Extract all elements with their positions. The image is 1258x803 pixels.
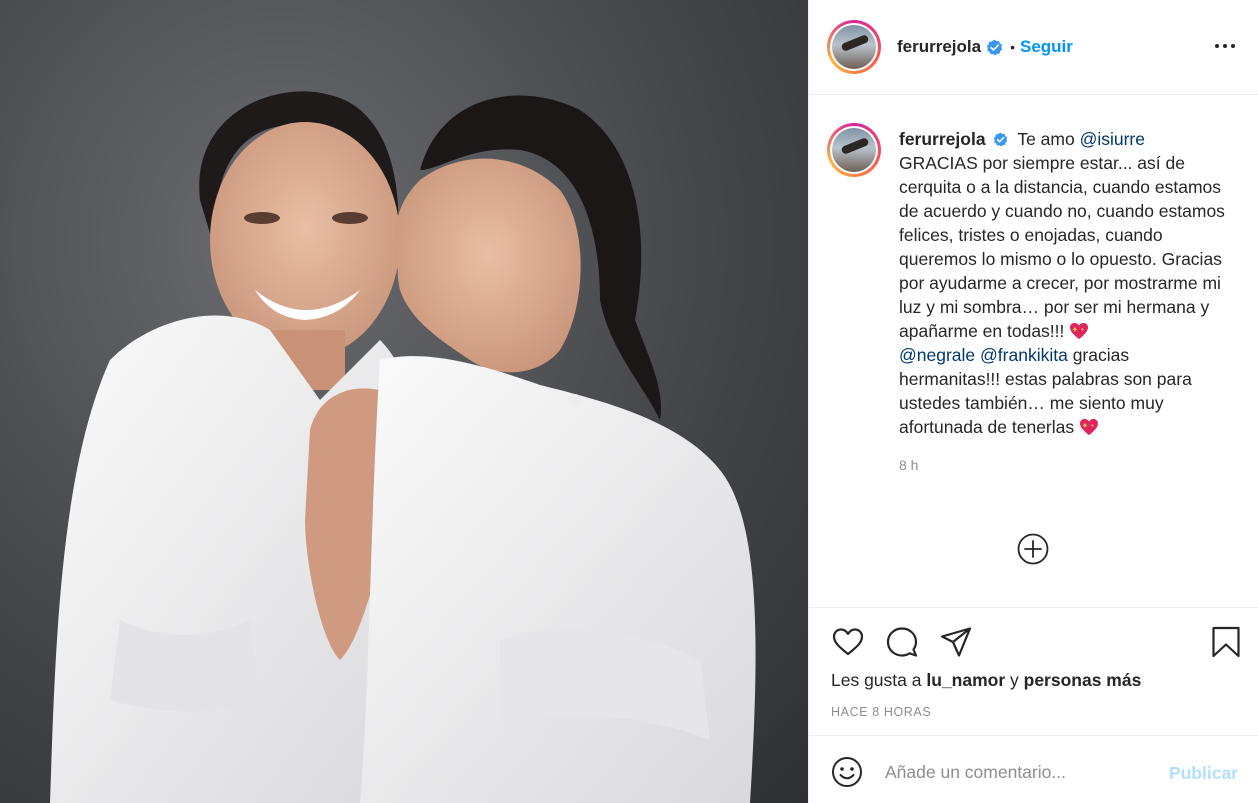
post-timestamp[interactable]: HACE 8 HORAS bbox=[831, 705, 931, 719]
post-header: ferurrejola • Seguir bbox=[809, 0, 1258, 95]
author-username[interactable]: ferurrejola bbox=[897, 37, 981, 57]
share-icon[interactable] bbox=[939, 625, 973, 659]
comment-input[interactable] bbox=[885, 758, 1155, 786]
dot-icon bbox=[1215, 44, 1219, 48]
emoji-icon[interactable] bbox=[831, 756, 863, 788]
sparkling-heart-icon bbox=[1080, 418, 1098, 436]
post-photo[interactable] bbox=[0, 0, 808, 803]
dot-icon bbox=[1223, 44, 1227, 48]
caption-row: ferurrejola Te amo @isiurre GRACIAS por … bbox=[809, 95, 1258, 439]
follow-button[interactable]: Seguir bbox=[1020, 37, 1073, 57]
verified-badge-icon bbox=[994, 132, 1008, 147]
photo-illustration bbox=[50, 91, 756, 803]
post-sidebar: ferurrejola • Seguir ferurrejola Te amo … bbox=[808, 0, 1258, 803]
caption-part-1: Te amo bbox=[1017, 129, 1080, 149]
caption-avatar[interactable] bbox=[827, 123, 881, 177]
bookmark-icon[interactable] bbox=[1209, 625, 1243, 659]
caption-time: 8 h bbox=[899, 457, 919, 473]
heart-icon[interactable] bbox=[831, 625, 865, 659]
comment-icon[interactable] bbox=[885, 625, 919, 659]
author-avatar[interactable] bbox=[827, 20, 881, 74]
likes-prefix: Les gusta a bbox=[831, 670, 927, 690]
actions-section: Les gusta a lu_namor y personas más HACE… bbox=[809, 607, 1258, 735]
likes-text: Les gusta a lu_namor y personas más bbox=[831, 670, 1141, 691]
avatar-border bbox=[830, 23, 878, 71]
mention-link[interactable]: @isiurre bbox=[1080, 129, 1145, 149]
caption-username[interactable]: ferurrejola bbox=[899, 129, 986, 149]
mention-link[interactable]: @negrale bbox=[899, 345, 975, 365]
avatar-border bbox=[830, 126, 878, 174]
verified-badge-icon bbox=[986, 39, 1003, 55]
caption-text: ferurrejola Te amo @isiurre GRACIAS por … bbox=[899, 127, 1229, 439]
likes-others-link[interactable]: personas más bbox=[1024, 670, 1142, 690]
load-more-icon[interactable] bbox=[1016, 532, 1050, 566]
publish-button[interactable]: Publicar bbox=[1169, 763, 1238, 784]
avatar-image bbox=[832, 25, 876, 69]
liker-username[interactable]: lu_namor bbox=[926, 670, 1005, 690]
mention-link[interactable]: @frankikita bbox=[980, 345, 1068, 365]
caption-part-2: GRACIAS por siempre estar... así de cerq… bbox=[899, 153, 1225, 341]
instagram-post: ferurrejola • Seguir ferurrejola Te amo … bbox=[0, 0, 1258, 803]
avatar-image bbox=[832, 128, 876, 172]
likes-middle: y bbox=[1005, 670, 1024, 690]
comments-area: ferurrejola Te amo @isiurre GRACIAS por … bbox=[809, 95, 1258, 607]
more-options-icon[interactable] bbox=[1212, 36, 1238, 56]
dot-icon bbox=[1231, 44, 1235, 48]
sparkling-heart-icon bbox=[1070, 322, 1089, 340]
separator-dot: • bbox=[1010, 39, 1015, 55]
add-comment-section: Publicar bbox=[809, 735, 1258, 803]
